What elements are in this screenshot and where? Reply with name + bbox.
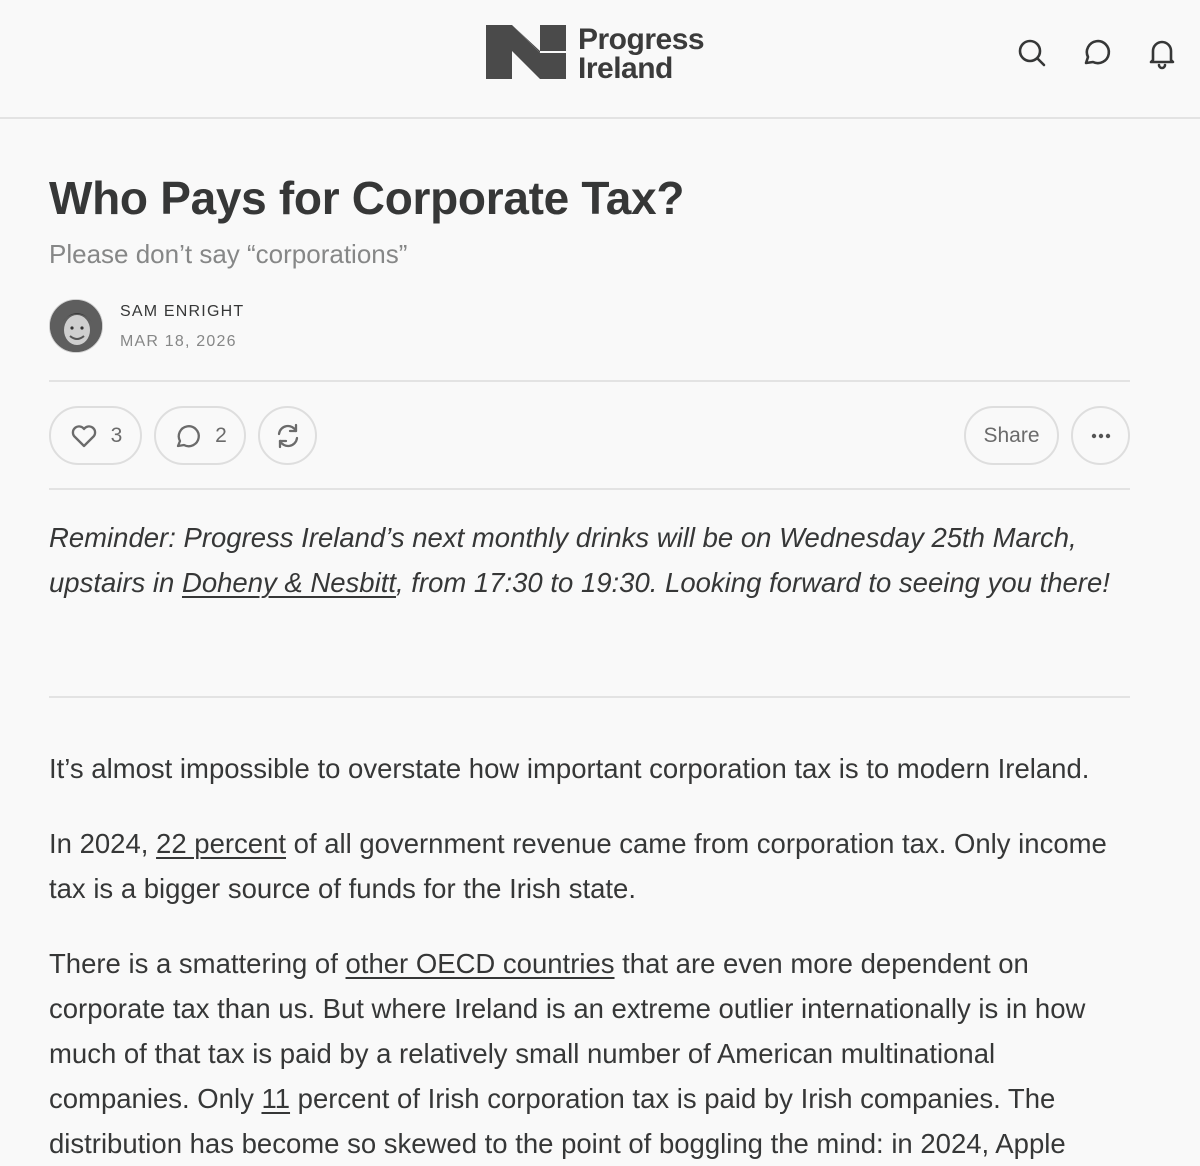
paragraph-1: It’s almost impossible to overstate how … <box>49 753 1090 784</box>
top-header: Progress Ireland <box>0 0 1200 119</box>
post-title: Who Pays for Corporate Tax? <box>49 172 685 224</box>
avatar-face-icon <box>50 300 102 352</box>
divider <box>49 488 1130 490</box>
revenue-share-link[interactable]: 22 percent <box>156 828 286 859</box>
logo-line-2: Ireland <box>578 52 673 85</box>
progress-ireland-logo[interactable]: Progress Ireland <box>486 23 705 85</box>
restack-button[interactable] <box>258 406 317 465</box>
post-date: MAR 18, 2026 <box>120 333 237 350</box>
post-subtitle: Please don’t say “corporations” <box>49 239 408 269</box>
reminder-text-after: , from 17:30 to 19:30. Looking forward t… <box>395 567 1110 598</box>
share-label: Share <box>983 423 1040 447</box>
author-avatar[interactable] <box>49 299 103 353</box>
eleven-percent-link[interactable]: 11 <box>261 1083 290 1114</box>
logo-wordmark: Progress Ireland <box>578 23 705 85</box>
bell-icon[interactable] <box>1145 36 1179 70</box>
like-count: 3 <box>110 423 123 447</box>
chat-icon[interactable] <box>1080 36 1114 70</box>
refresh-icon <box>277 423 298 448</box>
more-options-button[interactable] <box>1071 406 1130 465</box>
ellipsis-icon <box>1091 433 1110 438</box>
divider <box>49 696 1130 698</box>
search-icon[interactable] <box>1015 36 1049 70</box>
comment-icon <box>177 424 201 447</box>
reminder-note: Reminder: Progress Ireland’s next monthl… <box>49 515 1130 605</box>
venue-link[interactable]: Doheny & Nesbitt <box>182 567 396 598</box>
comment-count: 2 <box>215 423 227 447</box>
paragraph-3: There is a smattering of other OECD coun… <box>49 941 1130 1166</box>
oecd-countries-link[interactable]: other OECD countries <box>346 948 615 979</box>
heart-icon <box>71 424 96 447</box>
paragraph-2-before: In 2024, <box>49 828 157 859</box>
share-button[interactable]: Share <box>964 406 1059 465</box>
paragraph-2: In 2024, 22 percent of all government re… <box>49 821 1130 911</box>
divider <box>49 380 1130 382</box>
like-button[interactable]: 3 <box>49 406 142 465</box>
author-name[interactable]: SAM ENRIGHT <box>120 303 244 321</box>
comments-button[interactable]: 2 <box>154 406 246 465</box>
logo-mark-icon <box>486 25 566 79</box>
logo-line-1: Progress <box>578 23 705 56</box>
paragraph-3-before: There is a smattering of <box>49 948 346 979</box>
